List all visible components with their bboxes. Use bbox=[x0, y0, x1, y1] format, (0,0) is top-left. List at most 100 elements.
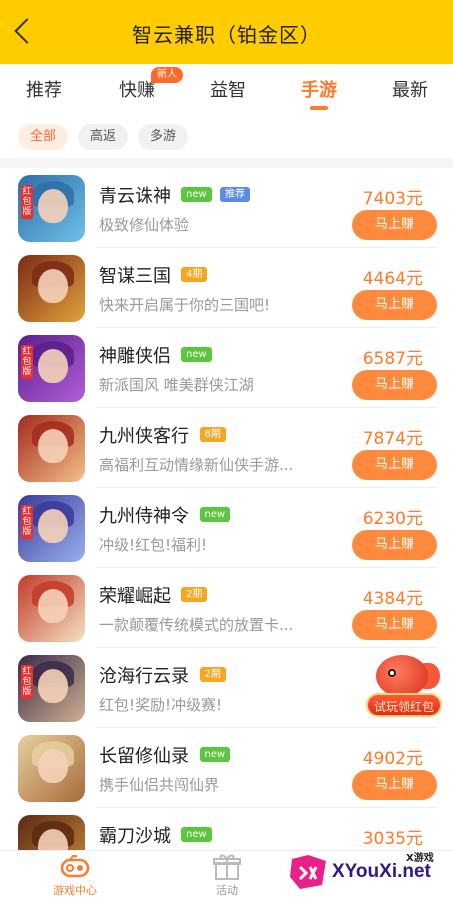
tab-label: 益智 bbox=[210, 80, 246, 101]
game-icon[interactable]: 红包版 bbox=[18, 495, 85, 562]
earn-now-button[interactable]: 马上赚 bbox=[352, 210, 437, 240]
reward-amount: 6230元 bbox=[362, 509, 423, 529]
nav-activity[interactable]: 活动 bbox=[172, 851, 282, 900]
nav-label: 游戏中心 bbox=[53, 884, 97, 897]
game-description: 冲级!红包!福利! bbox=[99, 536, 208, 554]
game-description: 新派国风 唯美群侠江湖 bbox=[99, 376, 254, 394]
game-name: 九州侍神令 bbox=[99, 506, 189, 527]
character-face-shape bbox=[38, 429, 68, 463]
game-icon[interactable] bbox=[18, 575, 85, 642]
chip-all[interactable]: 全部 bbox=[18, 124, 69, 150]
redpacket-edition-ribbon: 红包版 bbox=[21, 665, 33, 699]
earn-now-button[interactable]: 马上赚 bbox=[352, 610, 437, 640]
earn-now-button[interactable]: 马上赚 bbox=[352, 450, 437, 480]
list-item[interactable]: 荣耀崛起 2期一款颠覆传统模式的放置卡... 4384元 马上赚 bbox=[0, 568, 453, 648]
tab-label: 推荐 bbox=[26, 80, 62, 101]
list-item[interactable]: 九州侠客行 8期高福利互动情缘新仙侠手游... 7874元 马上赚 bbox=[0, 408, 453, 488]
watermark-logo-icon bbox=[290, 855, 326, 889]
reward-amount: 6587元 bbox=[362, 349, 423, 369]
game-name: 长留修仙录 bbox=[99, 746, 189, 767]
reward-amount: 4902元 bbox=[362, 749, 423, 769]
game-name: 沧海行云录 bbox=[99, 666, 189, 687]
list-item[interactable]: 红包版 九州侍神令 new 冲级!红包!福利! 6230元 马上赚 bbox=[0, 488, 453, 568]
character-face-shape bbox=[38, 749, 68, 783]
reward-amount: 4384元 bbox=[362, 589, 423, 609]
game-name: 荣耀崛起 bbox=[99, 586, 171, 607]
game-description: 快来开启属于你的三国吧! bbox=[99, 296, 271, 314]
earn-now-button[interactable]: 马上赚 bbox=[352, 370, 437, 400]
earn-now-button[interactable]: 马上赚 bbox=[352, 290, 437, 320]
game-tag: new bbox=[199, 507, 231, 522]
game-tag: 2期 bbox=[199, 667, 226, 682]
tab-label: 快赚 bbox=[119, 80, 155, 101]
character-face-shape bbox=[38, 589, 68, 623]
app-header: 智云兼职（铂金区） bbox=[0, 0, 453, 64]
tab-quick-earn[interactable]: 快赚 bbox=[119, 76, 155, 102]
list-item[interactable]: 长留修仙录 new 携手仙侣共闯仙界 4902元 马上赚 bbox=[0, 728, 453, 808]
new-user-badge: 新人 bbox=[151, 67, 183, 83]
character-face-shape bbox=[38, 269, 68, 303]
watermark-small-text: X游戏 bbox=[406, 853, 434, 864]
game-name: 智谋三国 bbox=[99, 266, 171, 287]
tab-active-indicator bbox=[310, 106, 328, 110]
character-face-shape bbox=[38, 349, 68, 383]
tab-label: 最新 bbox=[392, 80, 428, 101]
tab-latest[interactable]: 最新 bbox=[392, 76, 428, 102]
nav-game-center[interactable]: 游戏中心 bbox=[20, 851, 130, 900]
game-tag: 2期 bbox=[181, 587, 208, 602]
game-name: 神雕侠侣 bbox=[99, 346, 171, 367]
reward-amount: 4464元 bbox=[362, 269, 423, 289]
try-play-redpacket-button[interactable]: 试玩领红包 bbox=[364, 655, 442, 719]
category-tabs: 推荐 快赚 新人 益智 手游 最新 bbox=[0, 64, 453, 114]
game-description: 红包!奖励!冲级赛! bbox=[99, 696, 223, 714]
game-description: 极致修仙体验 bbox=[99, 216, 190, 234]
reward-amount: 7874元 bbox=[362, 429, 423, 449]
watermark-text: XYouXi.net bbox=[332, 861, 431, 882]
list-item[interactable]: 红包版 神雕侠侣 new 新派国风 唯美群侠江湖 6587元 马上赚 bbox=[0, 328, 453, 408]
list-item[interactable]: 智谋三国 4期快来开启属于你的三国吧! 4464元 马上赚 bbox=[0, 248, 453, 328]
nav-label: 活动 bbox=[216, 884, 238, 897]
redpacket-edition-ribbon: 红包版 bbox=[21, 345, 33, 379]
game-icon[interactable] bbox=[18, 735, 85, 802]
game-icon[interactable] bbox=[18, 415, 85, 482]
game-name: 青云诛神 bbox=[99, 186, 171, 207]
section-divider bbox=[0, 158, 453, 168]
earn-now-button[interactable]: 马上赚 bbox=[352, 770, 437, 800]
page-title: 智云兼职（铂金区） bbox=[132, 23, 321, 47]
game-name: 九州侠客行 bbox=[99, 426, 189, 447]
game-tag: new bbox=[199, 747, 231, 762]
gamepad-icon bbox=[60, 855, 90, 878]
redpacket-label: 试玩领红包 bbox=[366, 693, 442, 717]
game-tag: 4期 bbox=[181, 267, 208, 282]
reward-amount: 7403元 bbox=[362, 189, 423, 209]
game-icon[interactable]: 红包版 bbox=[18, 655, 85, 722]
character-face-shape bbox=[38, 509, 68, 543]
game-icon[interactable]: 红包版 bbox=[18, 175, 85, 242]
game-icon[interactable] bbox=[18, 255, 85, 322]
earn-now-button[interactable]: 马上赚 bbox=[352, 530, 437, 560]
tab-mobile-games[interactable]: 手游 bbox=[301, 76, 337, 110]
tab-recommend[interactable]: 推荐 bbox=[26, 76, 62, 102]
filter-chips: 全部 高返 多游 bbox=[0, 114, 453, 164]
koi-fish-icon bbox=[376, 655, 428, 697]
game-tag: new bbox=[181, 187, 212, 202]
tab-label: 手游 bbox=[301, 80, 337, 101]
chip-high-return[interactable]: 高返 bbox=[78, 124, 129, 150]
game-tag: new bbox=[181, 827, 212, 842]
game-tag: 8期 bbox=[199, 427, 226, 442]
game-name: 霸刀沙城 bbox=[99, 826, 171, 847]
redpacket-edition-ribbon: 红包版 bbox=[21, 505, 33, 539]
game-tag: new bbox=[181, 347, 212, 362]
character-face-shape bbox=[38, 669, 68, 703]
game-description: 一款颠覆传统模式的放置卡... bbox=[99, 616, 294, 634]
site-watermark: XYouXi.net X游戏 bbox=[286, 843, 453, 900]
character-face-shape bbox=[38, 189, 68, 223]
redpacket-edition-ribbon: 红包版 bbox=[21, 185, 33, 219]
tab-puzzle[interactable]: 益智 bbox=[210, 76, 246, 102]
game-description: 高福利互动情缘新仙侠手游... bbox=[99, 456, 294, 474]
game-description: 携手仙侣共闯仙界 bbox=[99, 776, 220, 794]
game-icon[interactable]: 红包版 bbox=[18, 335, 85, 402]
gift-icon bbox=[213, 854, 241, 880]
list-item[interactable]: 红包版 青云诛神 new 推荐 极致修仙体验 7403元 马上赚 bbox=[0, 168, 453, 248]
chip-multi-game[interactable]: 多游 bbox=[138, 124, 189, 150]
